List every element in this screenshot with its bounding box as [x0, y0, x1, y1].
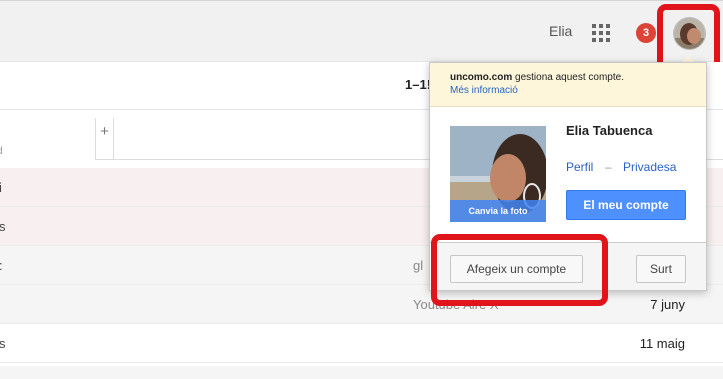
link-separator: –: [605, 160, 612, 174]
account-full-name: Elia Tabuenca: [566, 123, 653, 138]
sender-fragment: i: [0, 180, 2, 195]
date: 11 maig: [639, 336, 685, 351]
table-row[interactable]: s 11 maig: [0, 324, 723, 363]
sender-fragment: s: [0, 219, 6, 234]
profile-photo[interactable]: Canvia la foto: [450, 126, 546, 222]
snippet: gl: [413, 258, 424, 273]
change-photo-label[interactable]: Canvia la foto: [450, 200, 546, 222]
tab-primary[interactable]: d: [0, 118, 96, 160]
date: 7 juny: [650, 297, 685, 312]
user-name[interactable]: Elia: [549, 23, 572, 39]
sender-fragment: s: [0, 336, 6, 351]
sign-out-button[interactable]: Surt: [636, 255, 686, 283]
tab-label-fragment: d: [0, 146, 3, 157]
manager-text: gestiona aquest compte.: [512, 72, 624, 83]
notification-badge[interactable]: 3: [636, 23, 656, 43]
managed-account-notice: uncomo.com gestiona aquest compte. Més i…: [430, 63, 706, 107]
sender-fragment: :: [0, 258, 3, 273]
top-bar: Elia 3: [0, 0, 723, 74]
profile-link[interactable]: Perfil: [566, 160, 593, 174]
managed-by-text: uncomo.com gestiona aquest compte.: [450, 72, 624, 83]
add-tab-button[interactable]: +: [96, 118, 114, 160]
next-row-partial: [0, 366, 723, 379]
my-account-button[interactable]: El meu compte: [566, 190, 686, 220]
more-info-link[interactable]: Més informació: [450, 85, 518, 96]
manager-domain: uncomo.com: [450, 72, 513, 83]
pagination-text: 1–1!: [405, 77, 432, 92]
apps-grid-icon[interactable]: [592, 24, 610, 42]
add-account-highlight-box: [431, 234, 608, 306]
privacy-link[interactable]: Privadesa: [623, 160, 676, 174]
